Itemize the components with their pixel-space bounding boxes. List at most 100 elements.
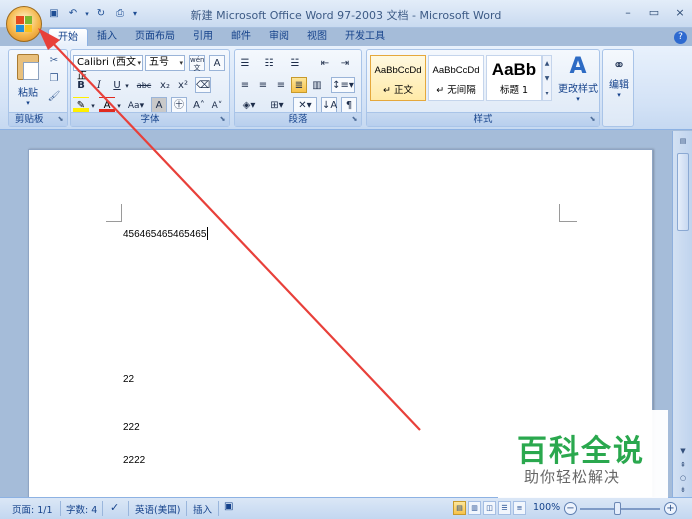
tab-review[interactable]: 审阅 — [260, 28, 298, 46]
paragraph-launcher-icon[interactable]: ⬊ — [350, 115, 359, 124]
highlight-dropdown-icon[interactable]: ▾ — [89, 97, 97, 113]
editing-group: ⚭ 编辑 ▾ — [602, 49, 634, 127]
close-button[interactable]: × — [674, 6, 686, 19]
scroll-down-icon[interactable]: ▼ — [677, 445, 689, 457]
watermark-logo: 百科全说 助你轻松解决 — [498, 410, 668, 498]
shading-icon[interactable]: ◈▾ — [237, 97, 261, 113]
cut-icon[interactable]: ✂ — [47, 54, 61, 68]
document-line-3[interactable]: 222 — [123, 422, 140, 433]
maximize-button[interactable]: ▭ — [648, 6, 660, 19]
align-right-icon[interactable]: ≡ — [273, 77, 289, 93]
print-layout-view-icon[interactable]: ▤ — [453, 501, 466, 515]
copy-icon[interactable]: ❐ — [47, 72, 61, 86]
tab-view[interactable]: 视图 — [298, 28, 336, 46]
tab-references[interactable]: 引用 — [184, 28, 222, 46]
styles-group: AaBbCcDd ↵ 正文 AaBbCcDd ↵ 无间隔 AaBb 标题 1 ▲… — [366, 49, 600, 127]
status-page[interactable]: 页面: 1/1 — [12, 502, 53, 516]
styles-launcher-icon[interactable]: ⬊ — [588, 115, 597, 124]
tab-insert[interactable]: 插入 — [88, 28, 126, 46]
chinese-layout-icon[interactable]: ✕▾ — [293, 97, 317, 113]
window-title: 新建 Microsoft Office Word 97-2003 文档 - Mi… — [190, 9, 502, 22]
document-line-1[interactable]: 456465465465465 — [123, 227, 209, 240]
superscript-icon[interactable]: x² — [175, 77, 191, 93]
scrollbar-thumb[interactable] — [677, 153, 689, 231]
editing-button[interactable]: ⚭ 编辑 ▾ — [604, 54, 634, 99]
full-screen-reading-icon[interactable]: ▥ — [468, 501, 481, 515]
bold-icon[interactable]: B — [73, 77, 89, 93]
show-marks-icon[interactable]: ¶ — [341, 97, 357, 113]
sort-icon[interactable]: ↓A — [321, 97, 337, 113]
grow-font-icon[interactable]: A˄ — [191, 97, 207, 113]
enclose-char-icon[interactable]: ㊉ — [171, 97, 187, 113]
clipboard-launcher-icon[interactable]: ⬊ — [56, 115, 65, 124]
decrease-indent-icon[interactable]: ⇤ — [317, 55, 333, 71]
font-group: Calibri (西文正 ▾ 五号 ▾ wén 文 A B I U ▾ abc x₂ … — [70, 49, 230, 127]
minimize-button[interactable]: – — [622, 6, 634, 19]
prev-page-icon[interactable]: ⇞ — [677, 459, 689, 471]
change-styles-icon: A — [569, 54, 587, 79]
style-heading-1[interactable]: AaBb 标题 1 — [486, 55, 542, 101]
status-words[interactable]: 字数: 4 — [66, 502, 97, 516]
tab-mailings[interactable]: 邮件 — [222, 28, 260, 46]
bullets-icon[interactable]: ☰ — [237, 55, 253, 71]
align-center-icon[interactable]: ≡ — [255, 77, 271, 93]
styles-gallery-scroll[interactable]: ▲ ▼ ▾ — [542, 55, 552, 101]
char-shading-icon[interactable]: A — [151, 97, 167, 113]
multilevel-list-icon[interactable]: ☱ — [287, 55, 303, 71]
outline-view-icon[interactable]: ☰ — [498, 501, 511, 515]
editing-label: 编辑 — [609, 80, 629, 91]
underline-dropdown-icon[interactable]: ▾ — [123, 77, 131, 93]
subscript-icon[interactable]: x₂ — [157, 77, 173, 93]
zoom-out-icon[interactable]: − — [564, 502, 577, 515]
style-no-spacing[interactable]: AaBbCcDd ↵ 无间隔 — [428, 55, 484, 101]
increase-indent-icon[interactable]: ⇥ — [337, 55, 353, 71]
vertical-scrollbar[interactable]: ▤ ▼ ⇞ ○ ⇟ — [672, 131, 692, 497]
phonetic-guide-icon[interactable]: wén 文 — [189, 55, 205, 72]
style-heading-1-preview: AaBb — [491, 60, 537, 79]
change-case-icon[interactable]: Aa▾ — [125, 97, 147, 113]
strikethrough-icon[interactable]: abc — [133, 77, 155, 93]
paragraph-group: ☰ ☷ ☱ ⇤ ⇥ ≡ ≡ ≡ ≣ ▥ ↕≡▾ ◈▾ ⊞▾ ✕▾ ↓A ¶ 段落… — [234, 49, 362, 127]
char-border-icon[interactable]: A — [209, 55, 225, 71]
draft-view-icon[interactable]: ≡ — [513, 501, 526, 515]
numbering-icon[interactable]: ☷ — [261, 55, 277, 71]
shrink-font-icon[interactable]: A˅ — [209, 97, 225, 113]
distributed-icon[interactable]: ▥ — [309, 77, 325, 93]
ruler-toggle-icon[interactable]: ▤ — [677, 135, 689, 147]
change-styles-label: 更改样式 — [558, 84, 598, 95]
style-normal[interactable]: AaBbCcDd ↵ 正文 — [370, 55, 426, 101]
font-color-icon[interactable]: A — [99, 97, 115, 113]
status-language[interactable]: 英语(美国) — [135, 502, 180, 516]
font-color-dropdown-icon[interactable]: ▾ — [115, 97, 123, 113]
tab-home[interactable]: 开始 — [48, 28, 88, 46]
tab-page-layout[interactable]: 页面布局 — [126, 28, 184, 46]
help-icon[interactable]: ? — [674, 31, 687, 44]
format-painter-icon[interactable]: 🖌 — [47, 90, 61, 104]
clear-format-icon[interactable]: ⌫ — [195, 77, 211, 93]
next-page-icon[interactable]: ⇟ — [677, 484, 689, 496]
document-line-2[interactable]: 22 — [123, 374, 134, 385]
browse-object-icon[interactable]: ○ — [677, 472, 689, 484]
change-styles-button[interactable]: A 更改样式 ▾ — [557, 54, 599, 103]
font-name-select[interactable]: Calibri (西文正 ▾ — [73, 55, 143, 82]
status-insert-mode[interactable]: 插入 — [193, 502, 212, 516]
font-launcher-icon[interactable]: ⬊ — [218, 115, 227, 124]
tab-developer[interactable]: 开发工具 — [336, 28, 394, 46]
proofing-icon[interactable]: ✓ — [110, 501, 119, 514]
office-button[interactable] — [6, 6, 42, 42]
web-layout-icon[interactable]: ◫ — [483, 501, 496, 515]
highlight-icon[interactable]: ✎ — [73, 97, 89, 113]
align-left-icon[interactable]: ≡ — [237, 77, 253, 93]
zoom-slider-thumb[interactable] — [614, 502, 621, 515]
zoom-in-icon[interactable]: + — [664, 502, 677, 515]
line-spacing-icon[interactable]: ↕≡▾ — [331, 77, 355, 93]
macro-record-icon[interactable]: ▣ — [224, 501, 233, 512]
zoom-level[interactable]: 100% — [533, 502, 560, 513]
justify-icon[interactable]: ≣ — [291, 77, 307, 93]
clipboard-icon — [17, 54, 39, 80]
paste-button[interactable]: 粘贴 ▾ — [13, 52, 43, 110]
borders-icon[interactable]: ⊞▾ — [265, 97, 289, 113]
document-line-4[interactable]: 2222 — [123, 455, 145, 466]
italic-icon[interactable]: I — [91, 77, 107, 93]
font-size-select[interactable]: 五号 ▾ — [145, 55, 185, 71]
